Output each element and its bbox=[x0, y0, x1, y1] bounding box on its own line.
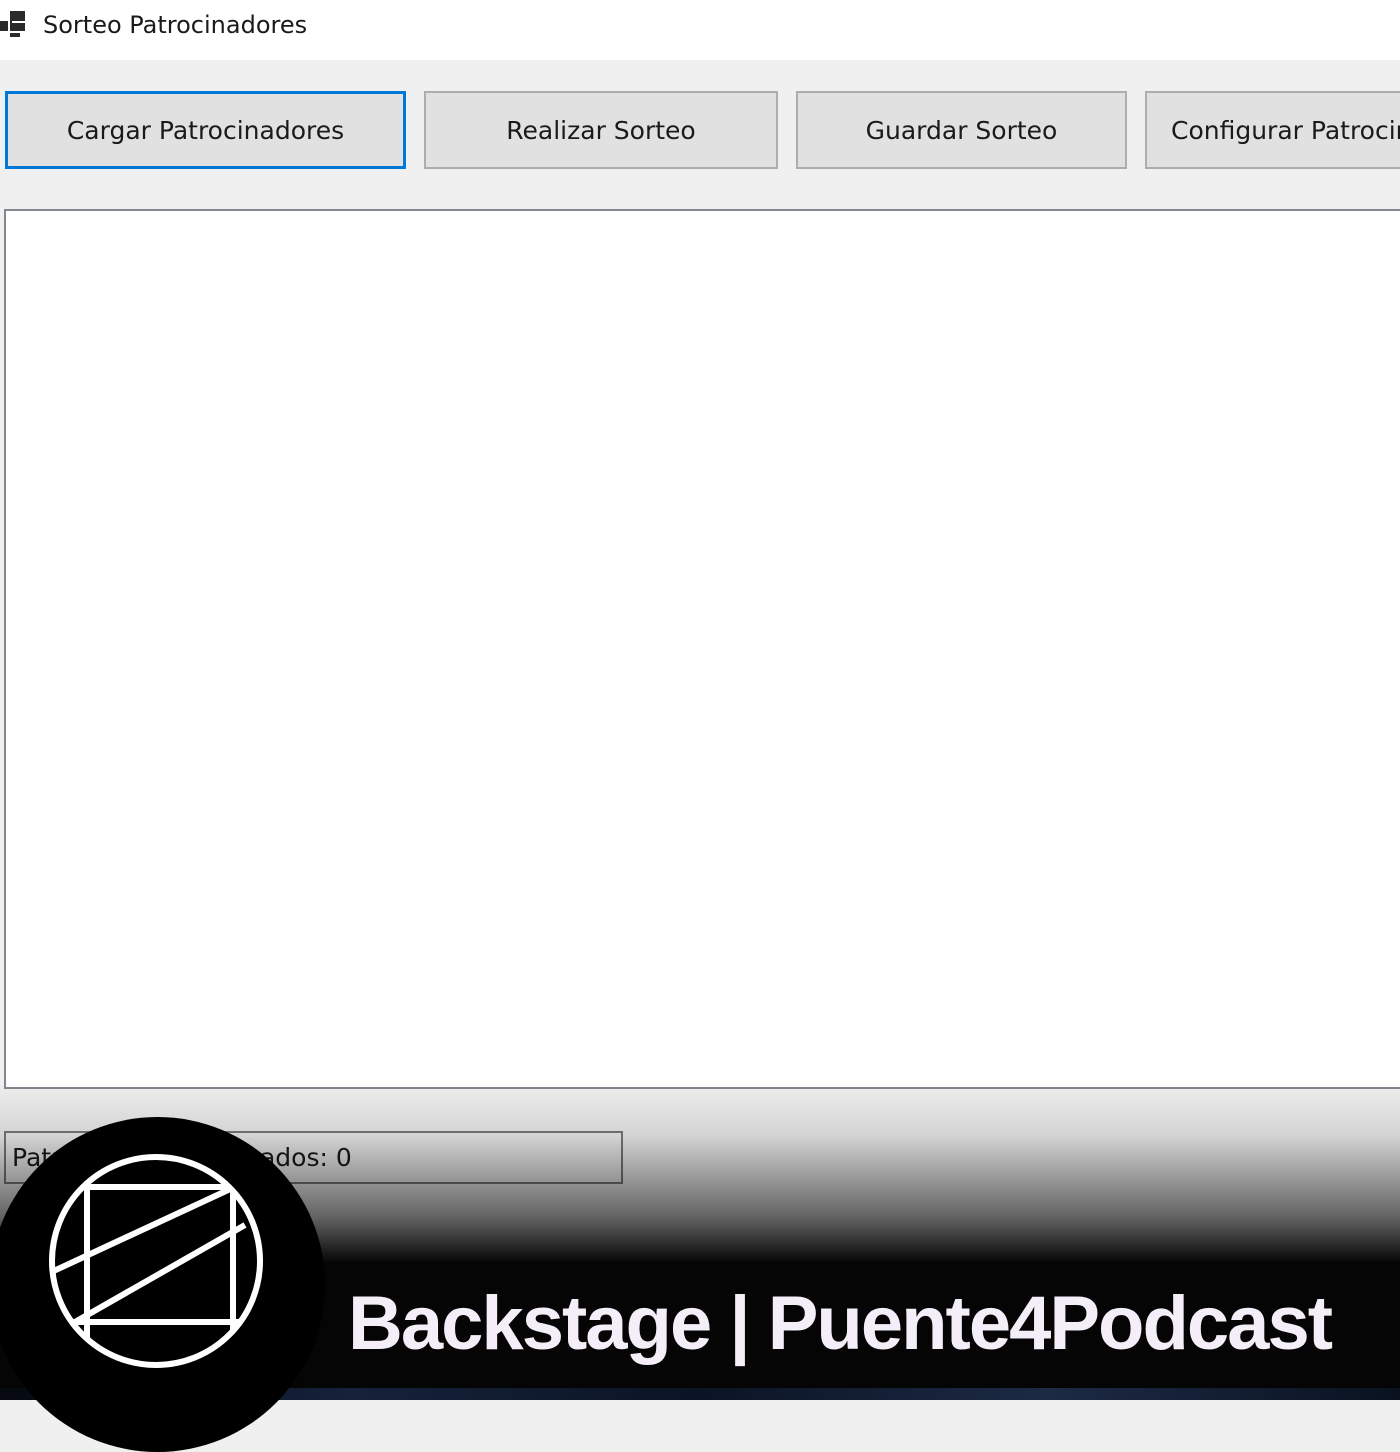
banner-title: Backstage | Puente4Podcast bbox=[348, 1281, 1333, 1366]
puente4podcast-logo bbox=[49, 1154, 263, 1368]
app-window-icon bbox=[0, 11, 25, 37]
save-draw-button[interactable]: Guardar Sorteo bbox=[796, 91, 1127, 169]
configure-sponsors-button[interactable]: Configurar Patrocinadores bbox=[1145, 91, 1400, 169]
load-sponsors-button[interactable]: Cargar Patrocinadores bbox=[5, 91, 406, 169]
window-title: Sorteo Patrocinadores bbox=[43, 11, 308, 39]
sponsors-list[interactable] bbox=[4, 209, 1400, 1089]
title-bar: Sorteo Patrocinadores bbox=[0, 0, 1400, 60]
perform-draw-button[interactable]: Realizar Sorteo bbox=[424, 91, 778, 169]
